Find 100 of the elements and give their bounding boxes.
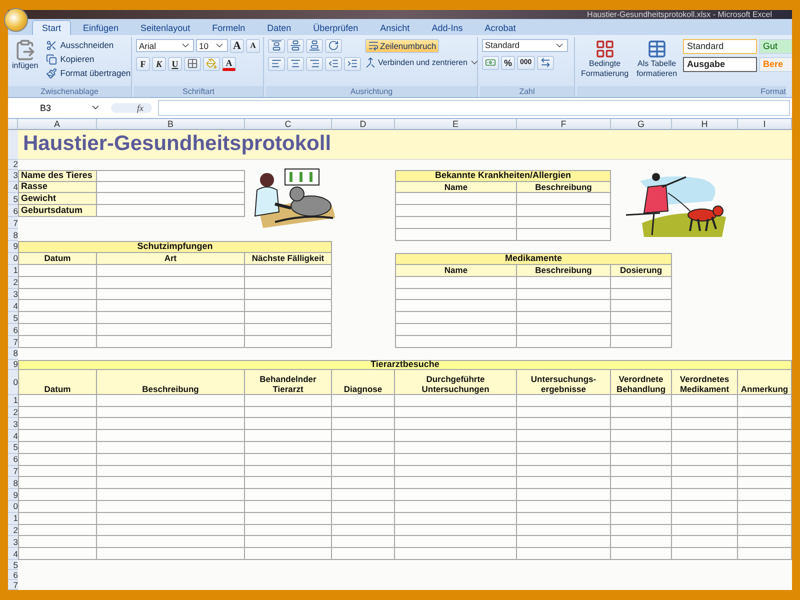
- font-color-button[interactable]: A: [222, 56, 236, 71]
- table-cell[interactable]: [517, 276, 611, 289]
- table-cell[interactable]: [18, 264, 97, 277]
- paste-button[interactable]: infügen: [10, 38, 40, 71]
- table-cell[interactable]: [672, 406, 738, 418]
- row-header[interactable]: 2: [8, 160, 18, 170]
- formula-input[interactable]: [158, 100, 790, 116]
- table-cell[interactable]: [395, 442, 517, 454]
- table-cell[interactable]: [97, 512, 245, 525]
- orientation-button[interactable]: [325, 38, 342, 53]
- table-cell[interactable]: [395, 548, 517, 560]
- borders-button[interactable]: [184, 56, 201, 71]
- row-header[interactable]: 5: [8, 193, 18, 206]
- column-header[interactable]: E: [395, 118, 517, 130]
- table-cell[interactable]: [332, 454, 395, 466]
- row-header[interactable]: 4: [8, 430, 18, 442]
- row-header[interactable]: 6: [8, 324, 18, 336]
- table-cell[interactable]: [395, 336, 517, 348]
- table-cell[interactable]: [395, 288, 517, 300]
- row-header[interactable]: 2: [8, 524, 18, 536]
- row-header[interactable]: 5: [8, 312, 18, 324]
- currency-button[interactable]: [482, 56, 499, 70]
- table-cell[interactable]: [395, 276, 517, 289]
- table-cell[interactable]: [738, 454, 792, 466]
- column-header[interactable]: F: [517, 118, 611, 130]
- table-cell[interactable]: [395, 205, 517, 218]
- table-cell[interactable]: [395, 454, 517, 466]
- column-header[interactable]: D: [332, 118, 395, 130]
- table-cell[interactable]: [245, 442, 332, 454]
- table-cell[interactable]: [611, 501, 672, 513]
- ribbon-tab[interactable]: Ansicht: [370, 20, 420, 35]
- table-cell[interactable]: [611, 418, 672, 430]
- table-cell[interactable]: [395, 418, 517, 430]
- table-cell[interactable]: [517, 548, 611, 560]
- number-format-select[interactable]: Standard: [482, 38, 568, 52]
- table-cell[interactable]: [738, 394, 792, 407]
- table-cell[interactable]: [332, 524, 395, 536]
- table-cell[interactable]: [332, 418, 395, 430]
- table-cell[interactable]: [738, 430, 792, 442]
- clipboard-action[interactable]: Ausschneiden: [44, 38, 116, 52]
- table-cell[interactable]: [738, 501, 792, 513]
- shrink-font-button[interactable]: A: [246, 38, 260, 53]
- table-cell[interactable]: [611, 430, 672, 442]
- table-cell[interactable]: [672, 394, 738, 407]
- row-header[interactable]: 7: [8, 580, 18, 590]
- row-header[interactable]: 6: [8, 454, 18, 466]
- table-cell[interactable]: [97, 501, 245, 513]
- grow-font-button[interactable]: A: [230, 38, 244, 53]
- table-cell[interactable]: [18, 336, 97, 348]
- table-cell[interactable]: [395, 430, 517, 442]
- row-header[interactable]: 0: [8, 252, 18, 265]
- ribbon-tab[interactable]: Seitenlayout: [130, 20, 200, 35]
- ribbon-tab[interactable]: Überprüfen: [303, 20, 368, 35]
- table-cell[interactable]: [245, 466, 332, 478]
- table-cell[interactable]: [517, 300, 611, 312]
- table-cell[interactable]: [332, 394, 395, 407]
- row-header[interactable]: 6: [8, 205, 18, 218]
- table-cell[interactable]: [738, 418, 792, 430]
- table-cell[interactable]: [245, 288, 332, 300]
- row-header[interactable]: 8: [8, 348, 18, 360]
- row-header[interactable]: 4: [8, 182, 18, 194]
- table-cell[interactable]: [611, 548, 672, 560]
- table-cell[interactable]: [517, 217, 611, 230]
- select-all-corner[interactable]: [8, 118, 18, 130]
- table-cell[interactable]: [672, 524, 738, 536]
- row-header[interactable]: 1: [8, 264, 18, 277]
- row-header[interactable]: 4: [8, 548, 18, 560]
- row-header[interactable]: 3: [8, 288, 18, 300]
- table-cell[interactable]: [332, 501, 395, 513]
- table-cell[interactable]: [672, 430, 738, 442]
- table-cell[interactable]: [517, 454, 611, 466]
- table-cell[interactable]: [517, 229, 611, 241]
- table-cell[interactable]: [517, 536, 611, 548]
- table-cell[interactable]: [97, 418, 245, 430]
- table-cell[interactable]: [18, 394, 97, 407]
- fill-color-button[interactable]: [203, 56, 220, 71]
- table-cell[interactable]: [738, 536, 792, 548]
- table-cell[interactable]: [517, 205, 611, 218]
- table-cell[interactable]: [517, 524, 611, 536]
- table-cell[interactable]: [672, 477, 738, 490]
- align-right-button[interactable]: [306, 56, 323, 71]
- table-cell[interactable]: [97, 466, 245, 478]
- column-header[interactable]: G: [611, 118, 672, 130]
- table-cell[interactable]: [395, 324, 517, 336]
- decimal-button[interactable]: [536, 56, 554, 70]
- table-cell[interactable]: [517, 193, 611, 206]
- row-header[interactable]: 7: [8, 466, 18, 478]
- table-cell[interactable]: [395, 501, 517, 513]
- table-cell[interactable]: [738, 548, 792, 560]
- table-cell[interactable]: [245, 430, 332, 442]
- table-cell[interactable]: [738, 477, 792, 490]
- table-cell[interactable]: [332, 477, 395, 490]
- table-cell[interactable]: [672, 512, 738, 525]
- insert-function-button[interactable]: fx: [111, 102, 152, 113]
- indent-button[interactable]: [344, 56, 361, 71]
- row-header[interactable]: 1: [8, 394, 18, 407]
- table-cell[interactable]: [517, 312, 611, 324]
- cell-style-swatch[interactable]: Ausgabe: [683, 56, 758, 72]
- row-header[interactable]: 0: [8, 501, 18, 513]
- table-cell[interactable]: [395, 489, 517, 502]
